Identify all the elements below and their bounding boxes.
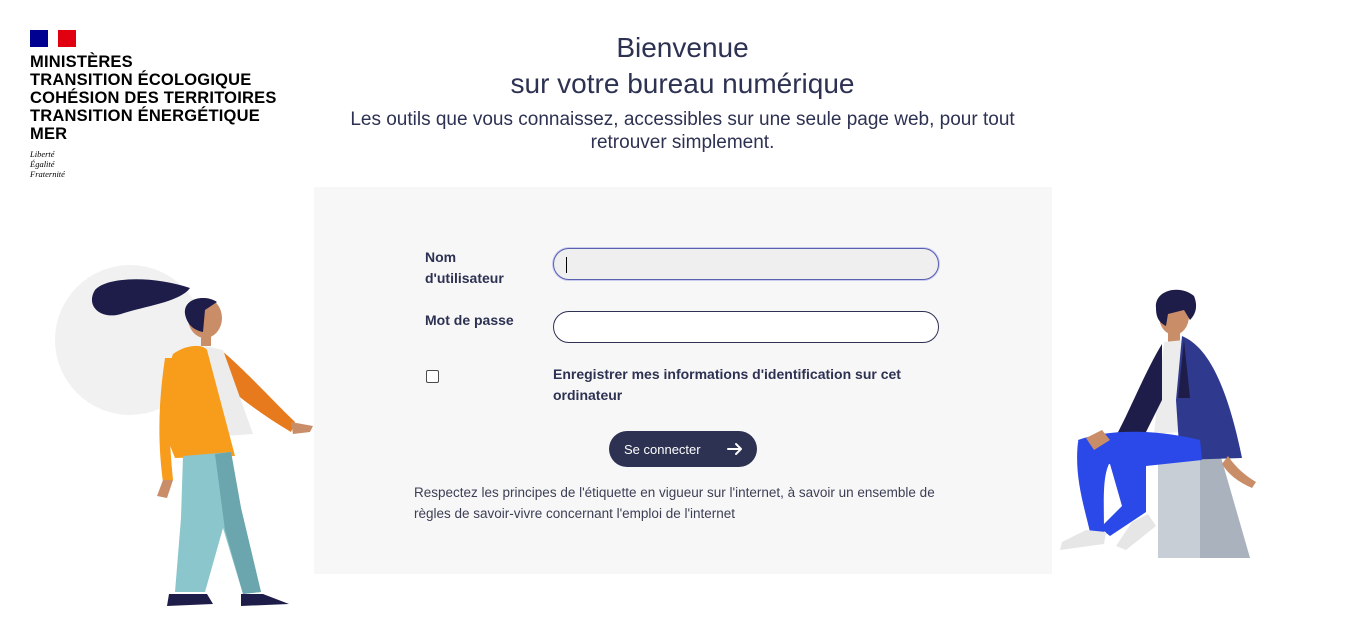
login-page: MINISTÈRES TRANSITION ÉCOLOGIQUE COHÉSIO… bbox=[0, 0, 1365, 619]
right-shoe-shape bbox=[241, 594, 289, 606]
arrow-right-icon bbox=[727, 443, 742, 455]
ministry-line: COHÉSION DES TERRITOIRES bbox=[30, 89, 277, 107]
left-shoe-shape bbox=[1060, 530, 1106, 550]
username-label-line: d'utilisateur bbox=[425, 270, 504, 286]
motto-line: Liberté bbox=[30, 149, 55, 159]
ministry-name: MINISTÈRES TRANSITION ÉCOLOGIQUE COHÉSIO… bbox=[30, 53, 300, 143]
password-label: Mot de passe bbox=[425, 312, 514, 328]
password-input[interactable] bbox=[553, 311, 939, 343]
ministry-line: TRANSITION ÉNERGÉTIQUE bbox=[30, 107, 260, 125]
etiquette-notice: Respectez les principes de l'étiquette e… bbox=[414, 485, 935, 521]
republique-francaise-flag-icon bbox=[30, 30, 76, 47]
username-label-line: Nom bbox=[425, 249, 457, 265]
text-caret bbox=[566, 257, 567, 273]
ministry-logo: MINISTÈRES TRANSITION ÉCOLOGIQUE COHÉSIO… bbox=[30, 30, 300, 179]
ministry-line: MINISTÈRES bbox=[30, 53, 133, 71]
ministry-line: TRANSITION ÉCOLOGIQUE bbox=[30, 71, 252, 89]
welcome-header: Bienvenue sur votre bureau numérique Les… bbox=[320, 30, 1045, 154]
login-button-label: Se connecter bbox=[624, 441, 701, 457]
title-line: Bienvenue bbox=[616, 32, 749, 63]
hand-shape bbox=[291, 422, 313, 434]
ministry-line: MER bbox=[30, 125, 68, 143]
republic-motto: Liberté Égalité Fraternité bbox=[30, 149, 300, 179]
motto-line: Égalité bbox=[30, 159, 55, 169]
left-hand-shape bbox=[157, 480, 173, 498]
remember-me-checkbox[interactable] bbox=[426, 370, 439, 383]
page-title: Bienvenue sur votre bureau numérique bbox=[320, 30, 1045, 102]
login-card: Nom d'utilisateur Mot de passe Enregistr… bbox=[314, 187, 1052, 574]
page-subtitle: Les outils que vous connaissez, accessib… bbox=[350, 109, 1015, 153]
title-line: sur votre bureau numérique bbox=[510, 68, 855, 99]
username-label: Nom d'utilisateur bbox=[425, 247, 504, 289]
left-shoe-shape bbox=[167, 594, 213, 606]
remember-me-label[interactable]: Enregistrer mes informations d'identific… bbox=[553, 364, 913, 406]
motto-line: Fraternité bbox=[30, 169, 65, 179]
login-button[interactable]: Se connecter bbox=[609, 431, 757, 467]
woman-standing-illustration bbox=[55, 265, 313, 606]
username-input[interactable] bbox=[553, 248, 939, 280]
man-seated-illustration bbox=[1060, 289, 1256, 558]
